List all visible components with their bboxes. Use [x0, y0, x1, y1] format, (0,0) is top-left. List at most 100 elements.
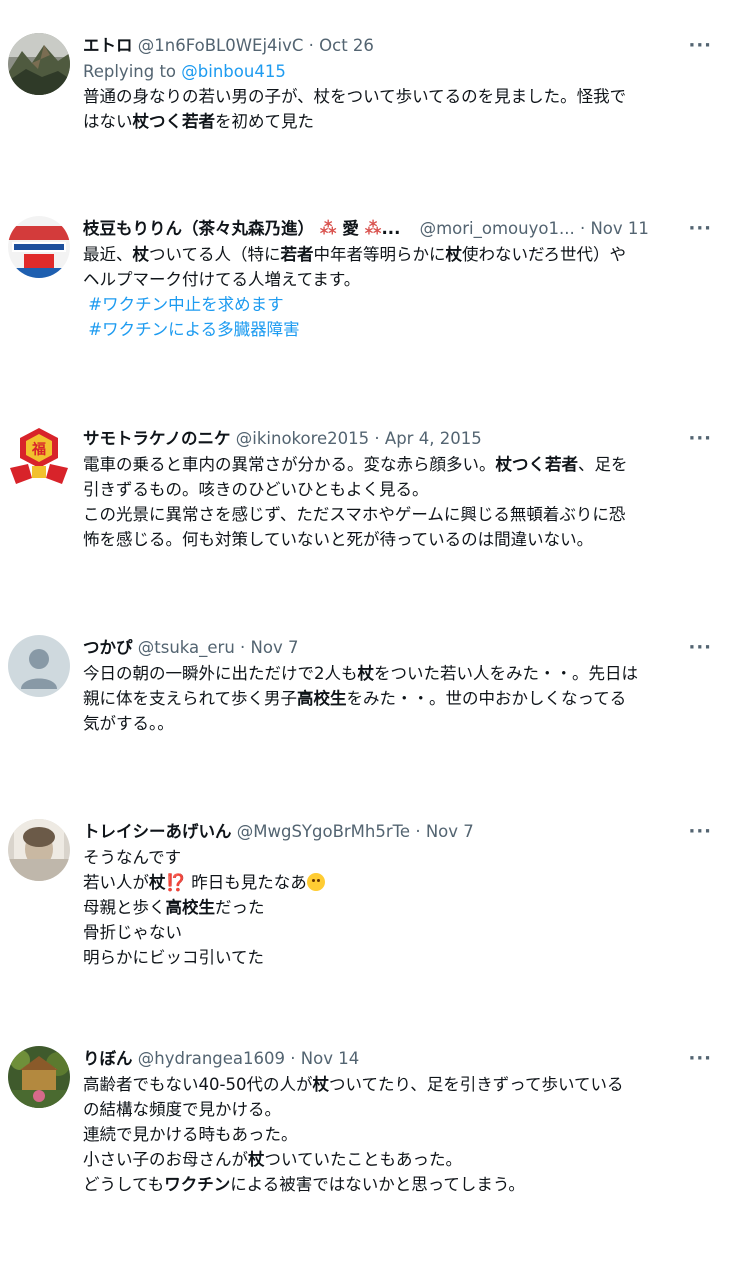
display-name[interactable]: 枝豆もりりん（茶々丸森乃進） ⁂ 愛 ⁂...: [83, 219, 400, 238]
sparkle-icon: ⁂: [364, 219, 382, 238]
avatar-tracy[interactable]: [8, 819, 70, 881]
text-segment: どうしても: [83, 1175, 165, 1194]
tweet-header: 枝豆もりりん（茶々丸森乃進） ⁂ 愛 ⁂... @mori_omouyo1...…: [83, 216, 718, 242]
text-segment: 連続で見かける時もあった。: [83, 1125, 298, 1144]
text-segment: の結構な頻度で見かける。: [83, 1100, 281, 1119]
text-segment: 、足を: [578, 455, 628, 474]
more-options-icon[interactable]: ···: [688, 426, 712, 452]
tweet-text-line: ヘルプマーク付けてる人増えてます。: [83, 267, 718, 292]
highlight-term: 杖: [248, 1150, 265, 1169]
text-segment: この光景に異常さを感じず、ただスマホやゲームに興じる無頓着ぶりに恐: [83, 505, 626, 524]
tweet-text-line: 電車の乗ると車内の異常さが分かる。変な赤ら顔多い。杖つく若者、足を: [83, 452, 718, 477]
highlight-term: 杖つく若者: [495, 455, 579, 474]
avatar-fuku-glyph: 福: [31, 441, 46, 458]
separator-dot: ·: [579, 219, 586, 238]
more-options-icon[interactable]: ···: [688, 819, 712, 845]
avatar-ribbon[interactable]: [8, 1046, 70, 1108]
tweet-date[interactable]: Nov 11: [590, 219, 648, 238]
highlight-term: 杖つく若者: [132, 112, 216, 131]
tweet-date[interactable]: Nov 7: [251, 638, 299, 657]
tweet-text-line: 母親と歩く高校生だった: [83, 895, 718, 920]
highlight-term: 高校生: [165, 898, 216, 917]
text-segment: 母親と歩く: [83, 898, 166, 917]
text-segment: そうなんです: [83, 848, 182, 867]
text-segment: だった: [215, 898, 265, 917]
text-segment: を初めて見た: [215, 112, 314, 131]
text-segment: 最近、: [83, 245, 133, 264]
tweet-header: サモトラケノのニケ @ikinokore2015 · Apr 4, 2015 ·…: [83, 426, 718, 452]
tweet-text-line: の結構な頻度で見かける。: [83, 1097, 718, 1122]
tweet-text-line: はない杖つく若者を初めて見た: [83, 109, 718, 134]
text-segment: ついてる人（特に: [149, 245, 281, 264]
replying-to: Replying to @binbou415: [83, 59, 718, 84]
text-segment: をみた・・。世の中おかしくなってる: [346, 689, 627, 708]
user-handle[interactable]: @mori_omouyo1...: [420, 219, 575, 238]
text-segment: ついてたり、足を引きずって歩いている: [328, 1075, 624, 1094]
tweet-text-line: 親に体を支えられて歩く男子高校生をみた・・。世の中おかしくなってる: [83, 686, 718, 711]
text-segment: ついていたこともあった。: [264, 1150, 463, 1169]
text-segment: 今日の朝の一瞬外に出ただけで2人も: [83, 664, 358, 683]
highlight-term: 杖: [445, 245, 463, 264]
user-handle[interactable]: @MwgSYgoBrMh5rTe: [237, 822, 410, 841]
separator-dot: ·: [374, 429, 380, 448]
face-with-rolling-eyes-icon: [306, 873, 325, 891]
user-handle[interactable]: @1n6FoBL0WEj4ivC: [138, 36, 304, 55]
tweet-header: エトロ @1n6FoBL0WEj4ivC · Oct 26 ···: [83, 33, 718, 59]
text-segment: 気がする。。: [83, 714, 174, 733]
tweet-text-line: 小さい子のお母さんが杖ついていたこともあった。: [83, 1147, 718, 1172]
display-name[interactable]: トレイシーあげいん: [83, 822, 232, 841]
user-handle[interactable]: @ikinokore2015: [236, 429, 369, 448]
display-name[interactable]: エトロ: [83, 36, 133, 55]
text-segment: 小さい子のお母さんが: [83, 1150, 248, 1169]
user-handle[interactable]: @hydrangea1609: [138, 1049, 285, 1068]
text-segment: による被害ではないかと思ってしまう。: [230, 1175, 525, 1194]
tweet-text-line: この光景に異常さを感じず、ただスマホやゲームに興じる無頓着ぶりに恐: [83, 502, 718, 527]
more-options-icon[interactable]: ···: [688, 635, 712, 661]
tweet-date[interactable]: Nov 7: [426, 822, 474, 841]
tweet-date[interactable]: Apr 4, 2015: [385, 429, 482, 448]
display-name[interactable]: つかぴ: [83, 638, 133, 657]
tweet-text-line: 最近、杖ついてる人（特に若者中年者等明らかに杖使わないだろ世代）や: [83, 242, 718, 267]
separator-dot: ·: [308, 36, 314, 55]
hashtag-link[interactable]: #ワクチンによる多臓器障害: [88, 320, 299, 339]
text-segment: はない: [83, 112, 133, 131]
tweet-header: つかぴ @tsuka_eru · Nov 7 ···: [83, 635, 718, 661]
text-segment: 親に体を支えられて歩く男子: [83, 689, 298, 708]
text-segment: 使わないだろ世代）や: [462, 245, 627, 264]
tweet-date[interactable]: Oct 26: [319, 36, 374, 55]
tweet-text-line: 高齢者でもない40-50代の人が杖ついてたり、足を引きずって歩いている: [83, 1072, 718, 1097]
exclamation-question-icon: ⁉️: [165, 873, 187, 892]
tweet-text-line: 気がする。。: [83, 711, 718, 736]
hashtag-line: #ワクチン中止を求めます: [83, 292, 718, 317]
tweet-text-line: 今日の朝の一瞬外に出ただけで2人も杖をついた若い人をみた・・。先日は: [83, 661, 718, 686]
text-segment: 中年者等明らかに: [313, 245, 446, 264]
tweet-text-line: どうしてもワクチンによる被害ではないかと思ってしまう。: [83, 1172, 718, 1197]
display-name[interactable]: りぼん: [83, 1049, 133, 1068]
hashtag-line: #ワクチンによる多臓器障害: [83, 317, 718, 342]
text-segment: 引きずるもの。咳きのひどいひともよく見る。: [83, 480, 429, 499]
tweet-header: りぼん @hydrangea1609 · Nov 14 ···: [83, 1046, 718, 1072]
avatar-edamame[interactable]: [8, 216, 70, 278]
text-segment: 明らかにビッコ引いてた: [83, 948, 265, 967]
more-options-icon[interactable]: ···: [688, 216, 712, 242]
avatar-default[interactable]: [8, 635, 70, 697]
tweet-text-line: 引きずるもの。咳きのひどいひともよく見る。: [83, 477, 718, 502]
highlight-term: ワクチン: [164, 1175, 231, 1194]
tweet-date[interactable]: Nov 14: [301, 1049, 359, 1068]
avatar-etoro[interactable]: [8, 33, 70, 95]
tweet-text-line: 若い人が杖⁉️ 昨日も見たなあ: [83, 870, 718, 895]
avatar-nike[interactable]: 福: [8, 426, 70, 488]
more-options-icon[interactable]: ···: [688, 33, 712, 59]
hashtag-link[interactable]: #ワクチン中止を求めます: [88, 295, 283, 314]
highlight-term: 杖: [132, 245, 150, 264]
highlight-term: 杖: [312, 1075, 329, 1094]
sparkle-icon: ⁂: [319, 219, 337, 238]
tweet-text-line: そうなんです: [83, 845, 718, 870]
replying-prefix: Replying to: [83, 62, 177, 81]
text-segment: 骨折じゃない: [83, 923, 182, 942]
text-segment: をついた若い人をみた・・。先日は: [374, 664, 638, 683]
user-handle[interactable]: @tsuka_eru: [138, 638, 235, 657]
more-options-icon[interactable]: ···: [688, 1046, 712, 1072]
reply-target-handle[interactable]: @binbou415: [181, 62, 286, 81]
display-name[interactable]: サモトラケノのニケ: [83, 429, 231, 448]
